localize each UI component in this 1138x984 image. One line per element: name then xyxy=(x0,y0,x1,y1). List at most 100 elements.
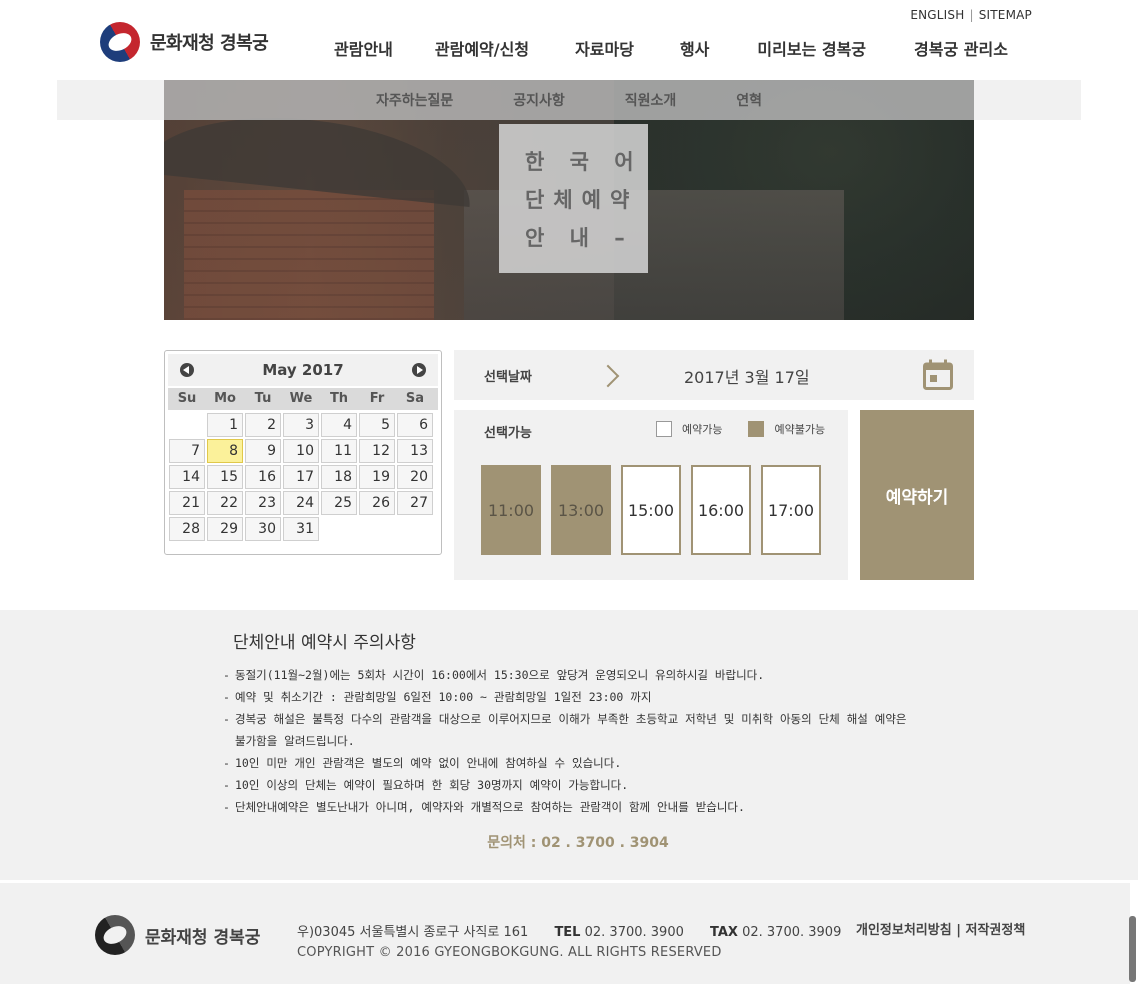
weekday-header: Th xyxy=(329,391,349,406)
english-link[interactable]: ENGLISH xyxy=(910,8,964,22)
calendar-day[interactable]: 22 xyxy=(207,491,243,515)
calendar-day[interactable]: 3 xyxy=(283,413,319,437)
nav-item-preview[interactable]: 미리보는 경복궁 xyxy=(757,36,866,60)
contact-phone: 문의처 : 02 . 3700 . 3904 xyxy=(487,835,669,851)
submenu-item-staff[interactable]: 직원소개 xyxy=(625,90,677,110)
nav-item-visit-guide[interactable]: 관람안내 xyxy=(334,36,393,60)
submenu-item-notices[interactable]: 공지사항 xyxy=(513,90,565,110)
hero-line-3: 안 내 – xyxy=(525,226,634,250)
calendar-day[interactable]: 17 xyxy=(283,465,319,489)
calendar-day[interactable]: 14 xyxy=(169,465,205,489)
notice-item: 동절기(11월~2월)에는 5회차 시간이 16:00에서 15:30으로 앞당… xyxy=(223,664,923,686)
calendar-day[interactable]: 5 xyxy=(359,413,395,437)
taegeuk-emblem-icon xyxy=(100,22,140,62)
time-slot-open[interactable]: 16:00 xyxy=(691,465,751,555)
calendar-day[interactable]: 24 xyxy=(283,491,319,515)
time-slot-closed: 13:00 xyxy=(551,465,611,555)
calendar-day[interactable]: 7 xyxy=(169,439,205,463)
nav-item-management[interactable]: 경복궁 관리소 xyxy=(914,36,1008,60)
main-nav: 관람안내 관람예약/신청 자료마당 행사 미리보는 경복궁 경복궁 관리소 xyxy=(334,36,1008,60)
hero-title-box: 한 국 어 단체예약 안 내 – xyxy=(499,124,648,273)
footer-tel-label: TEL xyxy=(554,925,581,940)
calendar-day[interactable]: 11 xyxy=(321,439,357,463)
divider: | xyxy=(956,923,966,938)
nav-item-events[interactable]: 행사 xyxy=(680,36,709,60)
footer-policy-links: 개인정보처리방침 | 저작권정책 xyxy=(856,919,1025,938)
taegeuk-emblem-icon xyxy=(95,915,135,955)
nav-item-reservation[interactable]: 관람예약/신청 xyxy=(435,36,529,60)
calendar-day[interactable]: 27 xyxy=(397,491,433,515)
calendar-day[interactable]: 23 xyxy=(245,491,281,515)
calendar-day[interactable]: 2 xyxy=(245,413,281,437)
calendar-header: May 2017 xyxy=(168,354,438,386)
submenu-item-history[interactable]: 연혁 xyxy=(736,90,762,110)
calendar-day[interactable]: 25 xyxy=(321,491,357,515)
calendar-day[interactable]: 26 xyxy=(359,491,395,515)
calendar-day[interactable]: 29 xyxy=(207,517,243,541)
selected-date-label: 선택날짜 xyxy=(484,370,532,385)
notice-item: 예약 및 취소기간 : 관람희망일 6일전 10:00 ~ 관람희망일 1일전 … xyxy=(223,686,923,708)
footer-logo: 문화재청 경복궁 xyxy=(95,915,260,955)
calendar-day[interactable]: 15 xyxy=(207,465,243,489)
notice-item: 단체안내예약은 별도난내가 아니며, 예약자와 개별적으로 참여하는 관람객이 … xyxy=(223,796,923,818)
notice-item: 10인 이상의 단체는 예약이 필요하며 한 회당 30명까지 예약이 가능합니… xyxy=(223,774,923,796)
reserve-button[interactable]: 예약하기 xyxy=(860,410,974,580)
calendar-day[interactable]: 31 xyxy=(283,517,319,541)
weekday-header: Sa xyxy=(405,391,425,406)
hero-line-1: 한 국 어 xyxy=(525,150,643,174)
available-times-panel: 선택가능 예약가능 예약불가능 11:00 13:00 15:00 16:00 17:0… xyxy=(454,410,848,580)
hero-brick-wall-shape xyxy=(184,190,434,320)
availability-legend: 예약가능 예약불가능 xyxy=(656,421,825,437)
calendar-day[interactable]: 28 xyxy=(169,517,205,541)
selected-date-bar: 선택날짜 2017년 3월 17일 xyxy=(454,350,974,400)
copyright-policy-link[interactable]: 저작권정책 xyxy=(966,923,1026,938)
next-month-icon[interactable] xyxy=(412,363,426,377)
legend-closed-label: 예약불가능 xyxy=(774,423,826,436)
calendar-day-grid: 1 2 3 4 5 6 7 8 9 10 11 12 13 14 15 16 17 18 19 20 21 22 23 24 2… xyxy=(168,412,438,542)
weekday-header: We xyxy=(289,391,313,406)
chevron-right-icon xyxy=(596,364,620,388)
legend-open-label: 예약가능 xyxy=(682,423,723,436)
calendar-day[interactable]: 12 xyxy=(359,439,395,463)
calendar-day[interactable]: 20 xyxy=(397,465,433,489)
submenu-item-faq[interactable]: 자주하는질문 xyxy=(376,90,453,110)
available-times-label: 선택가능 xyxy=(484,426,532,441)
calendar-day[interactable]: 21 xyxy=(169,491,205,515)
time-slot-open[interactable]: 17:00 xyxy=(761,465,821,555)
footer-tel: 02. 3700. 3900 xyxy=(584,925,684,940)
divider: | xyxy=(969,8,974,22)
nav-item-resources[interactable]: 자료마당 xyxy=(575,36,634,60)
prev-month-icon[interactable] xyxy=(180,363,194,377)
footer-logo-text: 문화재청 경복궁 xyxy=(145,927,261,948)
date-picker-calendar: May 2017 Su Mo Tu We Th Fr Sa 1 2 3 4 5 6 7 8 9 10 11 12 1… xyxy=(164,350,442,555)
site-logo[interactable]: 문화재청 경복궁 xyxy=(100,22,269,62)
calendar-day[interactable]: 9 xyxy=(245,439,281,463)
legend-open-swatch xyxy=(656,421,672,437)
calendar-day[interactable]: 30 xyxy=(245,517,281,541)
privacy-policy-link[interactable]: 개인정보처리방침 xyxy=(856,923,952,938)
time-slot-open[interactable]: 15:00 xyxy=(621,465,681,555)
calendar-day[interactable]: 13 xyxy=(397,439,433,463)
notice-title: 단체안내 예약시 주의사항 xyxy=(233,633,416,653)
calendar-weekday-row: Su Mo Tu We Th Fr Sa xyxy=(168,388,438,410)
footer-copyright: COPYRIGHT © 2016 GYEONGBOKGUNG. ALL RIGH… xyxy=(297,945,722,960)
utility-links: ENGLISH | SITEMAP xyxy=(910,8,1032,22)
calendar-day[interactable]: 10 xyxy=(283,439,319,463)
calendar-day[interactable]: 4 xyxy=(321,413,357,437)
calendar-day[interactable]: 16 xyxy=(245,465,281,489)
calendar-icon[interactable] xyxy=(923,359,953,390)
notice-item: 경복궁 해설은 불특정 다수의 관람객을 대상으로 이루어지므로 이해가 부족한… xyxy=(223,708,923,752)
footer-address-line: 우)03045 서울특별시 종로구 사직로 161 TEL 02. 3700. … xyxy=(297,921,841,940)
calendar-day[interactable]: 18 xyxy=(321,465,357,489)
footer-address: 우)03045 서울특별시 종로구 사직로 161 xyxy=(297,925,529,940)
time-slot-closed: 11:00 xyxy=(481,465,541,555)
hero-line-2: 단체예약 xyxy=(525,188,639,212)
sitemap-link[interactable]: SITEMAP xyxy=(979,8,1032,22)
calendar-day[interactable]: 1 xyxy=(207,413,243,437)
calendar-day[interactable]: 19 xyxy=(359,465,395,489)
calendar-day[interactable]: 6 xyxy=(397,413,433,437)
notice-item: 10인 미만 개인 관람객은 별도의 예약 없이 안내에 참여하실 수 있습니다… xyxy=(223,752,923,774)
calendar-day[interactable]: 8 xyxy=(207,439,243,463)
weekday-header: Fr xyxy=(369,391,385,406)
page-scrollbar-thumb[interactable] xyxy=(1129,916,1136,982)
